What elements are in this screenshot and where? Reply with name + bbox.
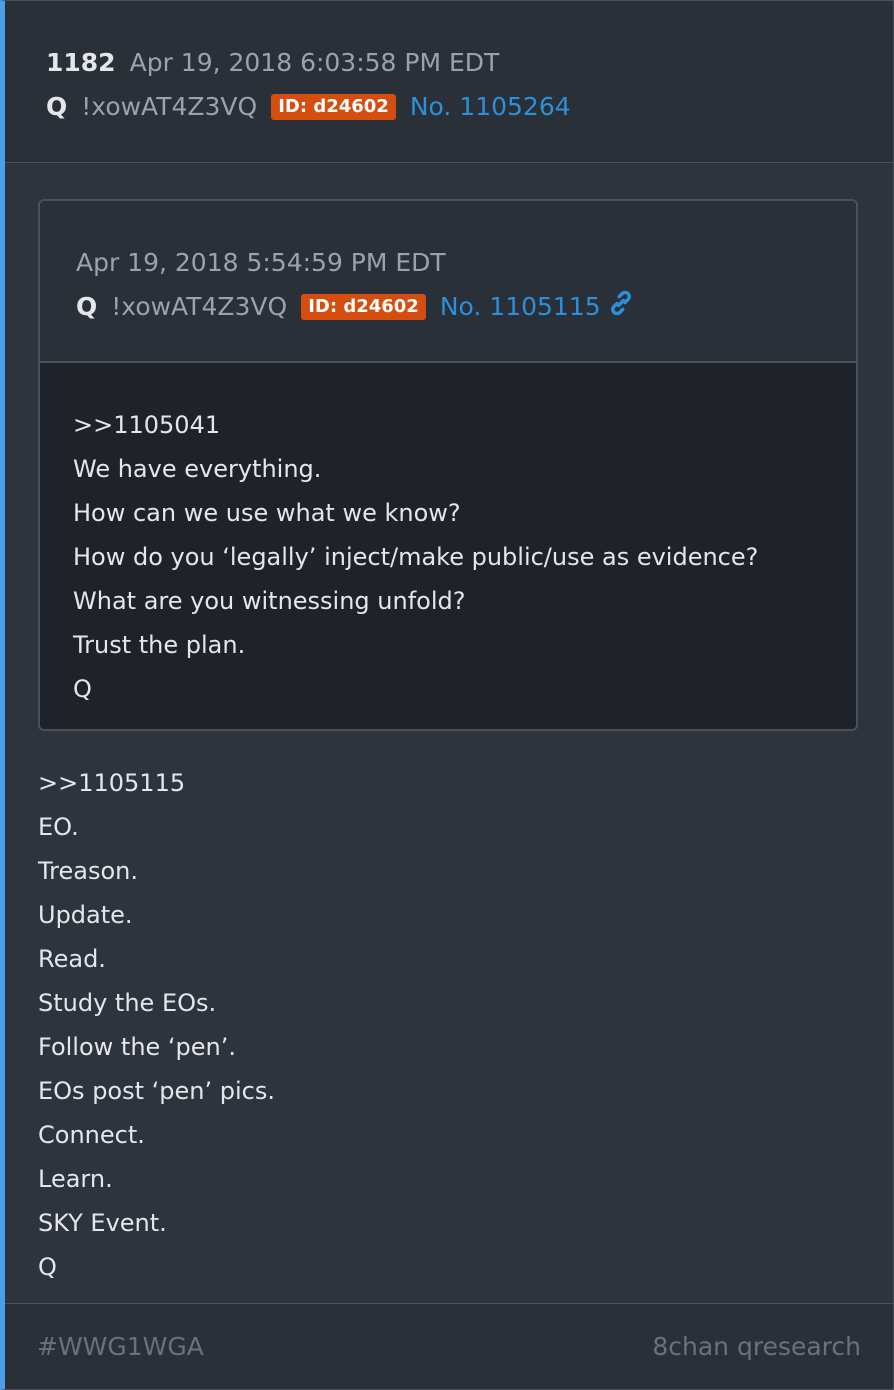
- post-author-line: Q !xowAT4Z3VQ ID: d24602 No. 1105264: [46, 92, 571, 121]
- tripcode: !xowAT4Z3VQ: [81, 92, 258, 121]
- quoted-post-link[interactable]: No. 1105115: [440, 292, 601, 321]
- body-text-line: >>1105115: [38, 769, 186, 797]
- quoted-text-line: What are you witnessing unfold?: [73, 587, 466, 615]
- body-text-line: EOs post ‘pen’ pics.: [38, 1077, 275, 1105]
- source-label: 8chan qresearch: [652, 1332, 861, 1361]
- post-header: 1182 Apr 19, 2018 6:03:58 PM EDT Q !xowA…: [5, 1, 893, 163]
- quoted-text-line: Trust the plan.: [73, 631, 246, 659]
- body-text-line: Treason.: [38, 857, 138, 885]
- quoted-post: Apr 19, 2018 5:54:59 PM EDT Q !xowAT4Z3V…: [38, 199, 858, 731]
- post-card: 1182 Apr 19, 2018 6:03:58 PM EDT Q !xowA…: [0, 0, 894, 1390]
- quoted-tripcode: !xowAT4Z3VQ: [111, 292, 288, 321]
- quoted-author-name: Q: [76, 292, 98, 321]
- body-text-line: Follow the ‘pen’.: [38, 1033, 237, 1061]
- link-icon[interactable]: [607, 289, 635, 317]
- hashtag: #WWG1WGA: [37, 1332, 204, 1361]
- body-text-line: Q: [38, 1253, 57, 1281]
- post-footer: #WWG1WGA 8chan qresearch: [5, 1303, 893, 1389]
- body-text-line: Update.: [38, 901, 133, 929]
- body-text-line: SKY Event.: [38, 1209, 167, 1237]
- body-text-line: Learn.: [38, 1165, 113, 1193]
- quoted-text-line: We have everything.: [73, 455, 322, 483]
- body-text-line: Connect.: [38, 1121, 145, 1149]
- id-badge: ID: d24602: [271, 93, 396, 120]
- post-number-link[interactable]: No. 1105264: [410, 92, 571, 121]
- quoted-post-header: Apr 19, 2018 5:54:59 PM EDT Q !xowAT4Z3V…: [40, 201, 856, 363]
- post-date: Apr 19, 2018 6:03:58 PM EDT: [129, 48, 500, 77]
- quoted-author-line: Q !xowAT4Z3VQ ID: d24602 No. 1105115: [76, 289, 635, 321]
- quoted-post-body: >>1105041 We have everything. How can we…: [40, 363, 856, 729]
- quoted-id-badge: ID: d24602: [301, 293, 426, 320]
- quoted-text-line: How do you ‘legally’ inject/make public/…: [73, 543, 759, 571]
- quoted-text-line: Q: [73, 675, 92, 703]
- post-body: >>1105115 EO. Treason. Update. Read. Stu…: [38, 761, 275, 1289]
- quoted-post-date: Apr 19, 2018 5:54:59 PM EDT: [76, 248, 446, 277]
- body-text-line: EO.: [38, 813, 79, 841]
- post-meta-line: 1182 Apr 19, 2018 6:03:58 PM EDT: [46, 48, 499, 77]
- quoted-text-line: >>1105041: [73, 411, 221, 439]
- body-text-line: Study the EOs.: [38, 989, 217, 1017]
- body-text-line: Read.: [38, 945, 106, 973]
- author-name: Q: [46, 92, 68, 121]
- post-number: 1182: [46, 48, 116, 77]
- quoted-text-line: How can we use what we know?: [73, 499, 461, 527]
